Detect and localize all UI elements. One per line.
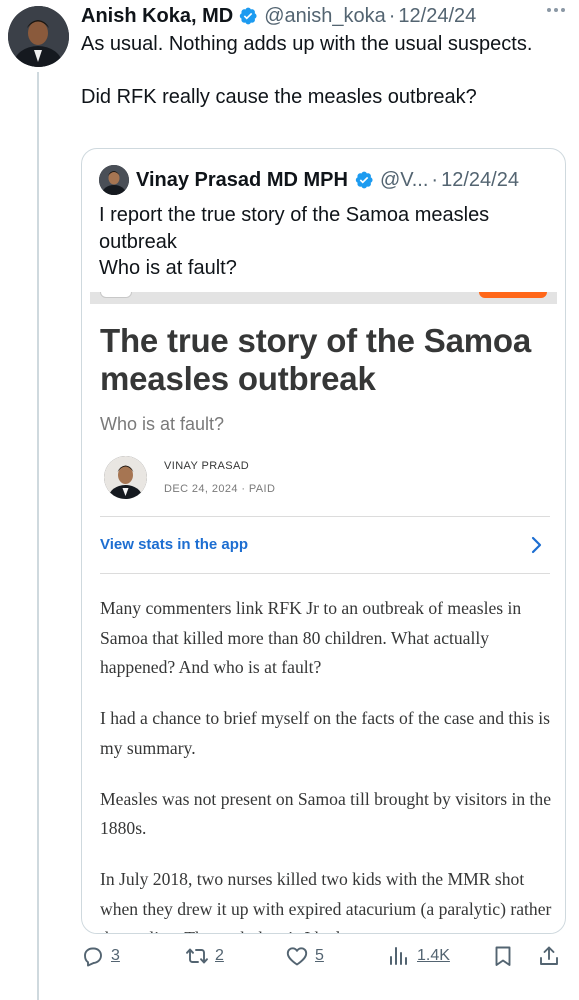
quote-avatar	[99, 165, 129, 195]
quote-text-line: I report the true story of the Samoa mea…	[99, 204, 490, 253]
like-button[interactable]: 5	[285, 944, 324, 968]
avatar-photo	[8, 6, 69, 67]
reply-icon	[84, 947, 102, 967]
article-meta: DEC 24, 2024 · PAID	[164, 483, 276, 495]
quote-date[interactable]: 12/24/24	[441, 169, 519, 192]
quoted-tweet[interactable]: Vinay Prasad MD MPH @V... · 12/24/24 I r…	[81, 148, 566, 934]
article-author-avatar	[104, 456, 147, 499]
more-icon[interactable]	[547, 8, 565, 12]
article-title: The true story of the Samoa measles outb…	[100, 322, 532, 397]
article-top-pill	[100, 292, 132, 298]
bookmark-button[interactable]	[491, 944, 515, 968]
article-author-name: VINAY PRASAD	[164, 460, 250, 472]
chevron-right-icon	[531, 536, 542, 554]
views-icon	[390, 947, 407, 965]
share-icon	[540, 946, 558, 965]
article-subtitle: Who is at fault?	[100, 414, 225, 434]
repost-button[interactable]: 2	[185, 944, 224, 968]
action-bar: 3 2 5 1.4K	[81, 944, 571, 974]
view-stats-link: View stats in the app	[100, 536, 249, 553]
tweet-text-line: As usual. Nothing adds up with the usual…	[81, 33, 533, 55]
quote-text: I report the true story of the Samoa mea…	[99, 202, 539, 282]
quote-author-name[interactable]: Vinay Prasad MD MPH	[136, 169, 348, 192]
article-body: Many commenters link RFK Jr to an outbre…	[100, 594, 552, 933]
author-handle[interactable]: @anish_koka	[264, 5, 385, 28]
repost-icon	[186, 948, 208, 964]
tweet-text: As usual. Nothing adds up with the usual…	[81, 31, 551, 110]
tweet-text-line: Did RFK really cause the measles outbrea…	[81, 85, 477, 108]
separator-dot: ·	[388, 4, 396, 27]
article-paragraph: Measles was not present on Samoa till br…	[100, 788, 552, 839]
like-count: 5	[315, 947, 324, 964]
article-top-bar	[90, 292, 557, 304]
tweet-header: Anish Koka, MD @anish_koka · 12/24/24	[81, 2, 539, 30]
repost-count: 2	[215, 947, 224, 964]
thread-line	[37, 72, 39, 1000]
article-paragraph: I had a chance to brief myself on the fa…	[100, 708, 550, 758]
verified-badge-icon	[355, 171, 373, 189]
quote-avatar-photo	[99, 165, 129, 195]
reply-button[interactable]: 3	[81, 944, 120, 968]
separator-dot: ·	[431, 168, 439, 191]
bookmark-icon	[495, 946, 511, 966]
divider	[100, 516, 550, 517]
like-icon	[286, 947, 308, 966]
quote-header: Vinay Prasad MD MPH @V... · 12/24/24	[99, 165, 519, 195]
avatar[interactable]	[8, 6, 69, 67]
subscribe-pill	[479, 292, 547, 298]
author-name[interactable]: Anish Koka, MD	[81, 5, 233, 28]
article-paragraph: Many commenters link RFK Jr to an outbre…	[100, 598, 522, 677]
divider	[100, 573, 550, 574]
share-button[interactable]	[537, 944, 561, 968]
quote-author-handle[interactable]: @V...	[380, 169, 428, 192]
views-button[interactable]: 1.4K	[387, 944, 450, 968]
article-paragraph: In July 2018, two nurses killed two kids…	[100, 869, 552, 933]
quote-text-line: Who is at fault?	[99, 257, 237, 279]
views-count: 1.4K	[417, 947, 450, 964]
tweet-date[interactable]: 12/24/24	[398, 5, 476, 28]
article-author-photo	[104, 456, 147, 499]
verified-badge-icon	[240, 7, 257, 25]
article-screenshot[interactable]: The true story of the Samoa measles outb…	[90, 292, 557, 933]
reply-count: 3	[111, 947, 120, 964]
